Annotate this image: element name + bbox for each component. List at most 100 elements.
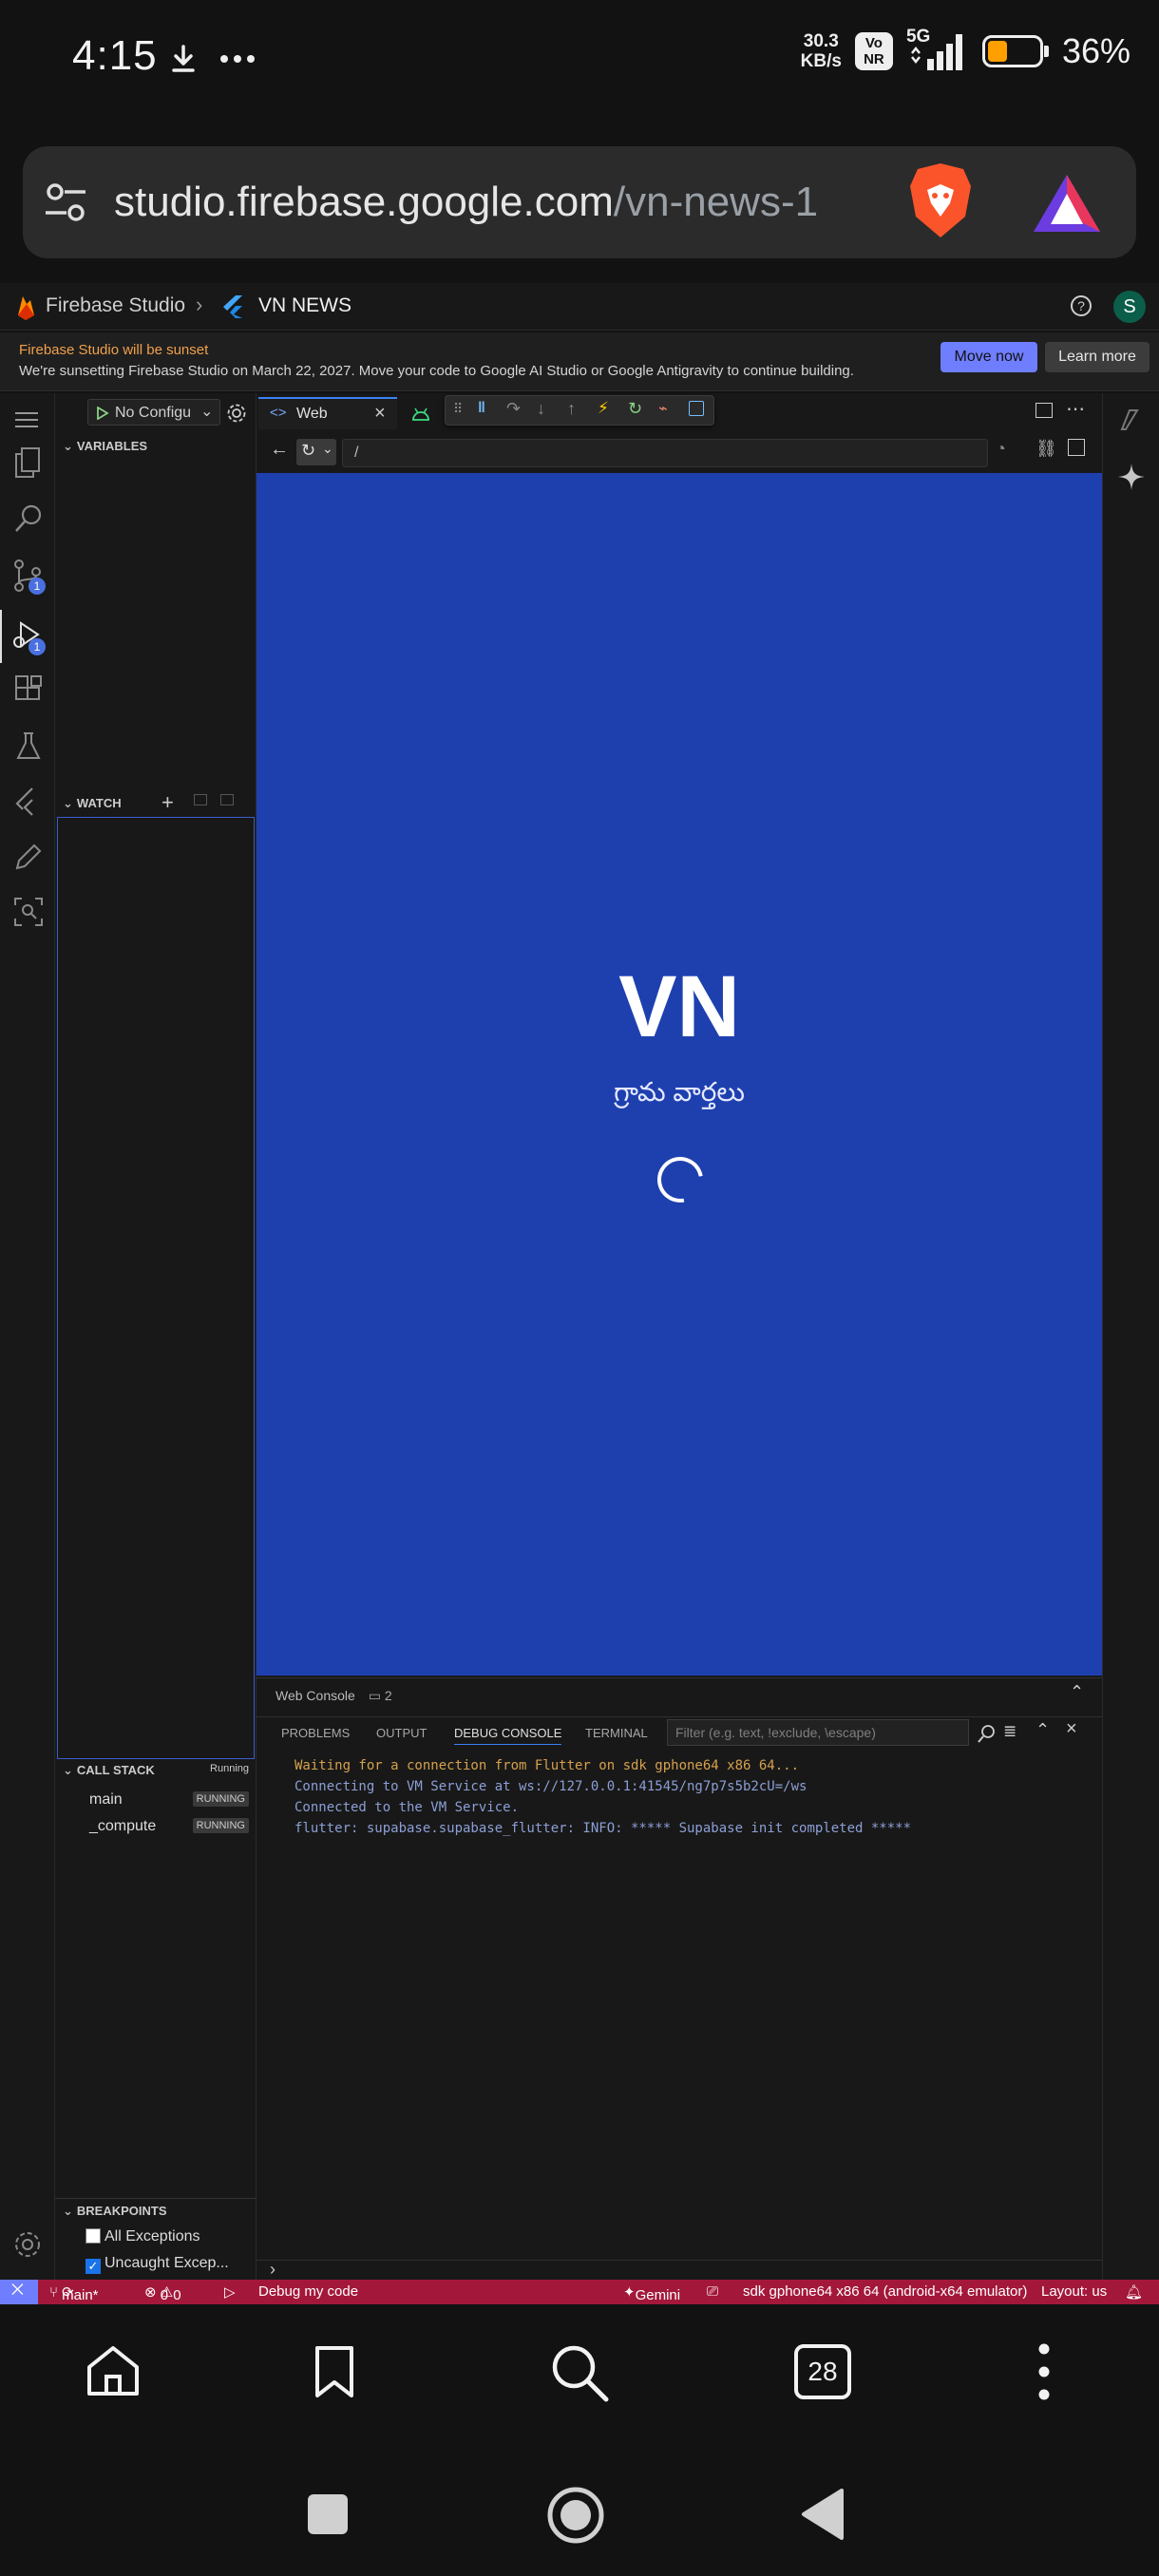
brave-rewards-icon[interactable] [1032, 173, 1102, 234]
watch-section[interactable]: ⌄ WATCH [63, 796, 122, 811]
recents-icon[interactable] [308, 2494, 348, 2534]
back-icon[interactable]: ← [270, 439, 289, 461]
breakpoint-label: Uncaught Excep... [104, 2255, 229, 2271]
firebase-link-icon[interactable] [1118, 407, 1145, 433]
console-prompt-chevron-icon[interactable]: › [270, 2260, 276, 2280]
watch-list[interactable] [57, 817, 255, 1759]
drag-handle-icon[interactable]: ⠿ [453, 401, 463, 417]
reload-button[interactable]: ↻ ⌄ [296, 439, 336, 465]
thread-row[interactable]: main RUNNING [89, 1790, 249, 1812]
breakpoint-uncaught-exceptions[interactable]: ✓ Uncaught Excep... [86, 2255, 229, 2274]
preview-url-input[interactable]: / [342, 439, 988, 467]
menu-icon[interactable] [15, 410, 40, 429]
performance-icon[interactable]: ◔ [996, 439, 1006, 459]
gemini-spark-icon[interactable] [1116, 462, 1147, 492]
thread-row[interactable]: _compute RUNNING [89, 1816, 249, 1839]
tab-debug-console[interactable]: DEBUG CONSOLE [454, 1726, 562, 1745]
move-now-button[interactable]: Move now [940, 342, 1037, 372]
step-into-icon[interactable]: ↓ [537, 399, 545, 419]
home-icon[interactable] [86, 2344, 141, 2397]
avatar[interactable]: S [1113, 291, 1146, 323]
project-name[interactable]: VN NEWS [258, 294, 352, 317]
console-line-0: Waiting for a connection from Flutter on… [294, 1758, 799, 1773]
step-over-icon[interactable]: ↷ [506, 399, 521, 419]
code-icon: <> [270, 405, 287, 421]
run-config-select[interactable]: No Configu ⌄ [87, 399, 220, 426]
help-icon[interactable]: ? [1070, 294, 1092, 317]
learn-more-button[interactable]: Learn more [1045, 342, 1150, 372]
clear-console-icon[interactable]: ≣ [1003, 1722, 1016, 1741]
tab-switcher-button[interactable]: 28 [794, 2344, 851, 2399]
tab-output[interactable]: OUTPUT [376, 1726, 427, 1740]
inspect-widget-icon[interactable] [689, 401, 704, 416]
bookmark-icon[interactable] [314, 2344, 355, 2399]
address-bar[interactable]: studio.firebase.google.com/vn-news-1 [23, 146, 1136, 258]
split-editor-icon[interactable] [1036, 403, 1053, 418]
hot-reload-icon[interactable]: ⚡ [598, 399, 609, 418]
link-icon[interactable]: ⛓ [1036, 439, 1057, 459]
call-stack-section[interactable]: ⌄ CALL STACK Running [63, 1763, 249, 1778]
debug-settings-gear-icon[interactable] [226, 403, 247, 424]
debug-session[interactable]: Debug my code [258, 2283, 358, 2300]
chevron-down-icon: ⌄ [63, 2204, 73, 2218]
extensions-icon[interactable] [13, 674, 44, 705]
source-control-icon[interactable]: 1 [11, 559, 49, 597]
back-nav-icon[interactable] [798, 2487, 846, 2542]
remote-indicator[interactable]: ⨉ [0, 2280, 38, 2304]
filter-input[interactable]: Filter (e.g. text, !exclude, \escape) [667, 1719, 969, 1746]
close-icon[interactable]: × [374, 403, 386, 425]
more-menu-icon[interactable] [1034, 2340, 1054, 2403]
add-expression-icon[interactable]: + [162, 790, 174, 815]
url-text[interactable]: studio.firebase.google.com/vn-news-1 [114, 179, 902, 226]
firebase-studio-title[interactable]: Firebase Studio [46, 294, 185, 317]
checkbox[interactable] [86, 2228, 101, 2244]
checkbox-checked[interactable]: ✓ [86, 2259, 101, 2274]
android-icon[interactable] [410, 405, 431, 422]
more-actions-icon[interactable]: ⋯ [1066, 397, 1085, 421]
app-preview[interactable]: VN గ్రామ వార్తలు [256, 473, 1102, 1676]
inspect-icon[interactable] [13, 897, 44, 927]
run-debug-icon[interactable]: 1 [0, 610, 55, 663]
tab-terminal[interactable]: TERMINAL [585, 1726, 648, 1740]
start-debugging-icon[interactable] [96, 407, 109, 420]
disconnect-icon[interactable]: ⌁ [658, 399, 668, 418]
testing-icon[interactable] [15, 731, 42, 762]
debug-run-icon[interactable]: ▷ [224, 2283, 236, 2301]
explorer-icon[interactable] [13, 446, 42, 479]
firebase-logo-icon [18, 296, 34, 320]
restart-icon[interactable]: ↻ [628, 399, 642, 419]
problems-item[interactable]: ⊗ 0 ⚠ 0 [144, 2283, 181, 2303]
breakpoints-section[interactable]: ⌄ BREAKPOINTS [63, 2204, 167, 2219]
search-icon[interactable] [549, 2342, 610, 2403]
close-panel-icon[interactable]: × [1066, 1718, 1077, 1740]
console-text: flutter: supabase.supabase_flutter: INFO… [294, 1821, 912, 1836]
manage-gear-icon[interactable] [13, 2230, 42, 2259]
app-logo: VN [618, 958, 740, 1055]
search-filter-icon[interactable] [977, 1724, 996, 1743]
search-icon[interactable] [13, 503, 44, 534]
edit-pencil-icon[interactable] [13, 842, 42, 872]
keyboard-layout[interactable]: Layout: us [1041, 2283, 1107, 2300]
tab-problems[interactable]: PROBLEMS [281, 1726, 350, 1740]
refresh-watch-icon[interactable] [194, 794, 207, 805]
open-external-icon[interactable] [1068, 439, 1085, 456]
chevron-up-icon[interactable]: ⌃ [1070, 1682, 1084, 1702]
flutter-icon[interactable] [13, 786, 42, 817]
run-config-label: No Configu [115, 405, 192, 421]
gemini-item[interactable]: ✦ Gemini [623, 2283, 680, 2303]
device-cast-icon[interactable]: ⎚ [707, 2283, 718, 2300]
brave-shields-icon[interactable] [908, 161, 973, 239]
branch-item[interactable]: ⑂ main* ⟳ [49, 2283, 99, 2303]
divider [256, 1716, 1102, 1717]
variables-section[interactable]: ⌄ VARIABLES [63, 439, 147, 454]
tab-web[interactable]: <> Web × [258, 397, 397, 429]
home-nav-icon[interactable] [545, 2485, 606, 2546]
pause-icon[interactable]: ‖ [478, 400, 485, 417]
maximize-panel-icon[interactable]: ⌃ [1036, 1720, 1050, 1740]
notifications-bell-icon[interactable]: 🔔︎ [1125, 2283, 1143, 2301]
breakpoint-all-exceptions[interactable]: All Exceptions [86, 2228, 200, 2245]
device-selector[interactable]: sdk gphone64 x86 64 (android-x64 emulato… [743, 2283, 1027, 2300]
step-out-icon[interactable]: ↑ [567, 399, 576, 419]
site-settings-icon[interactable] [44, 180, 87, 224]
collapse-all-icon[interactable] [220, 794, 234, 805]
